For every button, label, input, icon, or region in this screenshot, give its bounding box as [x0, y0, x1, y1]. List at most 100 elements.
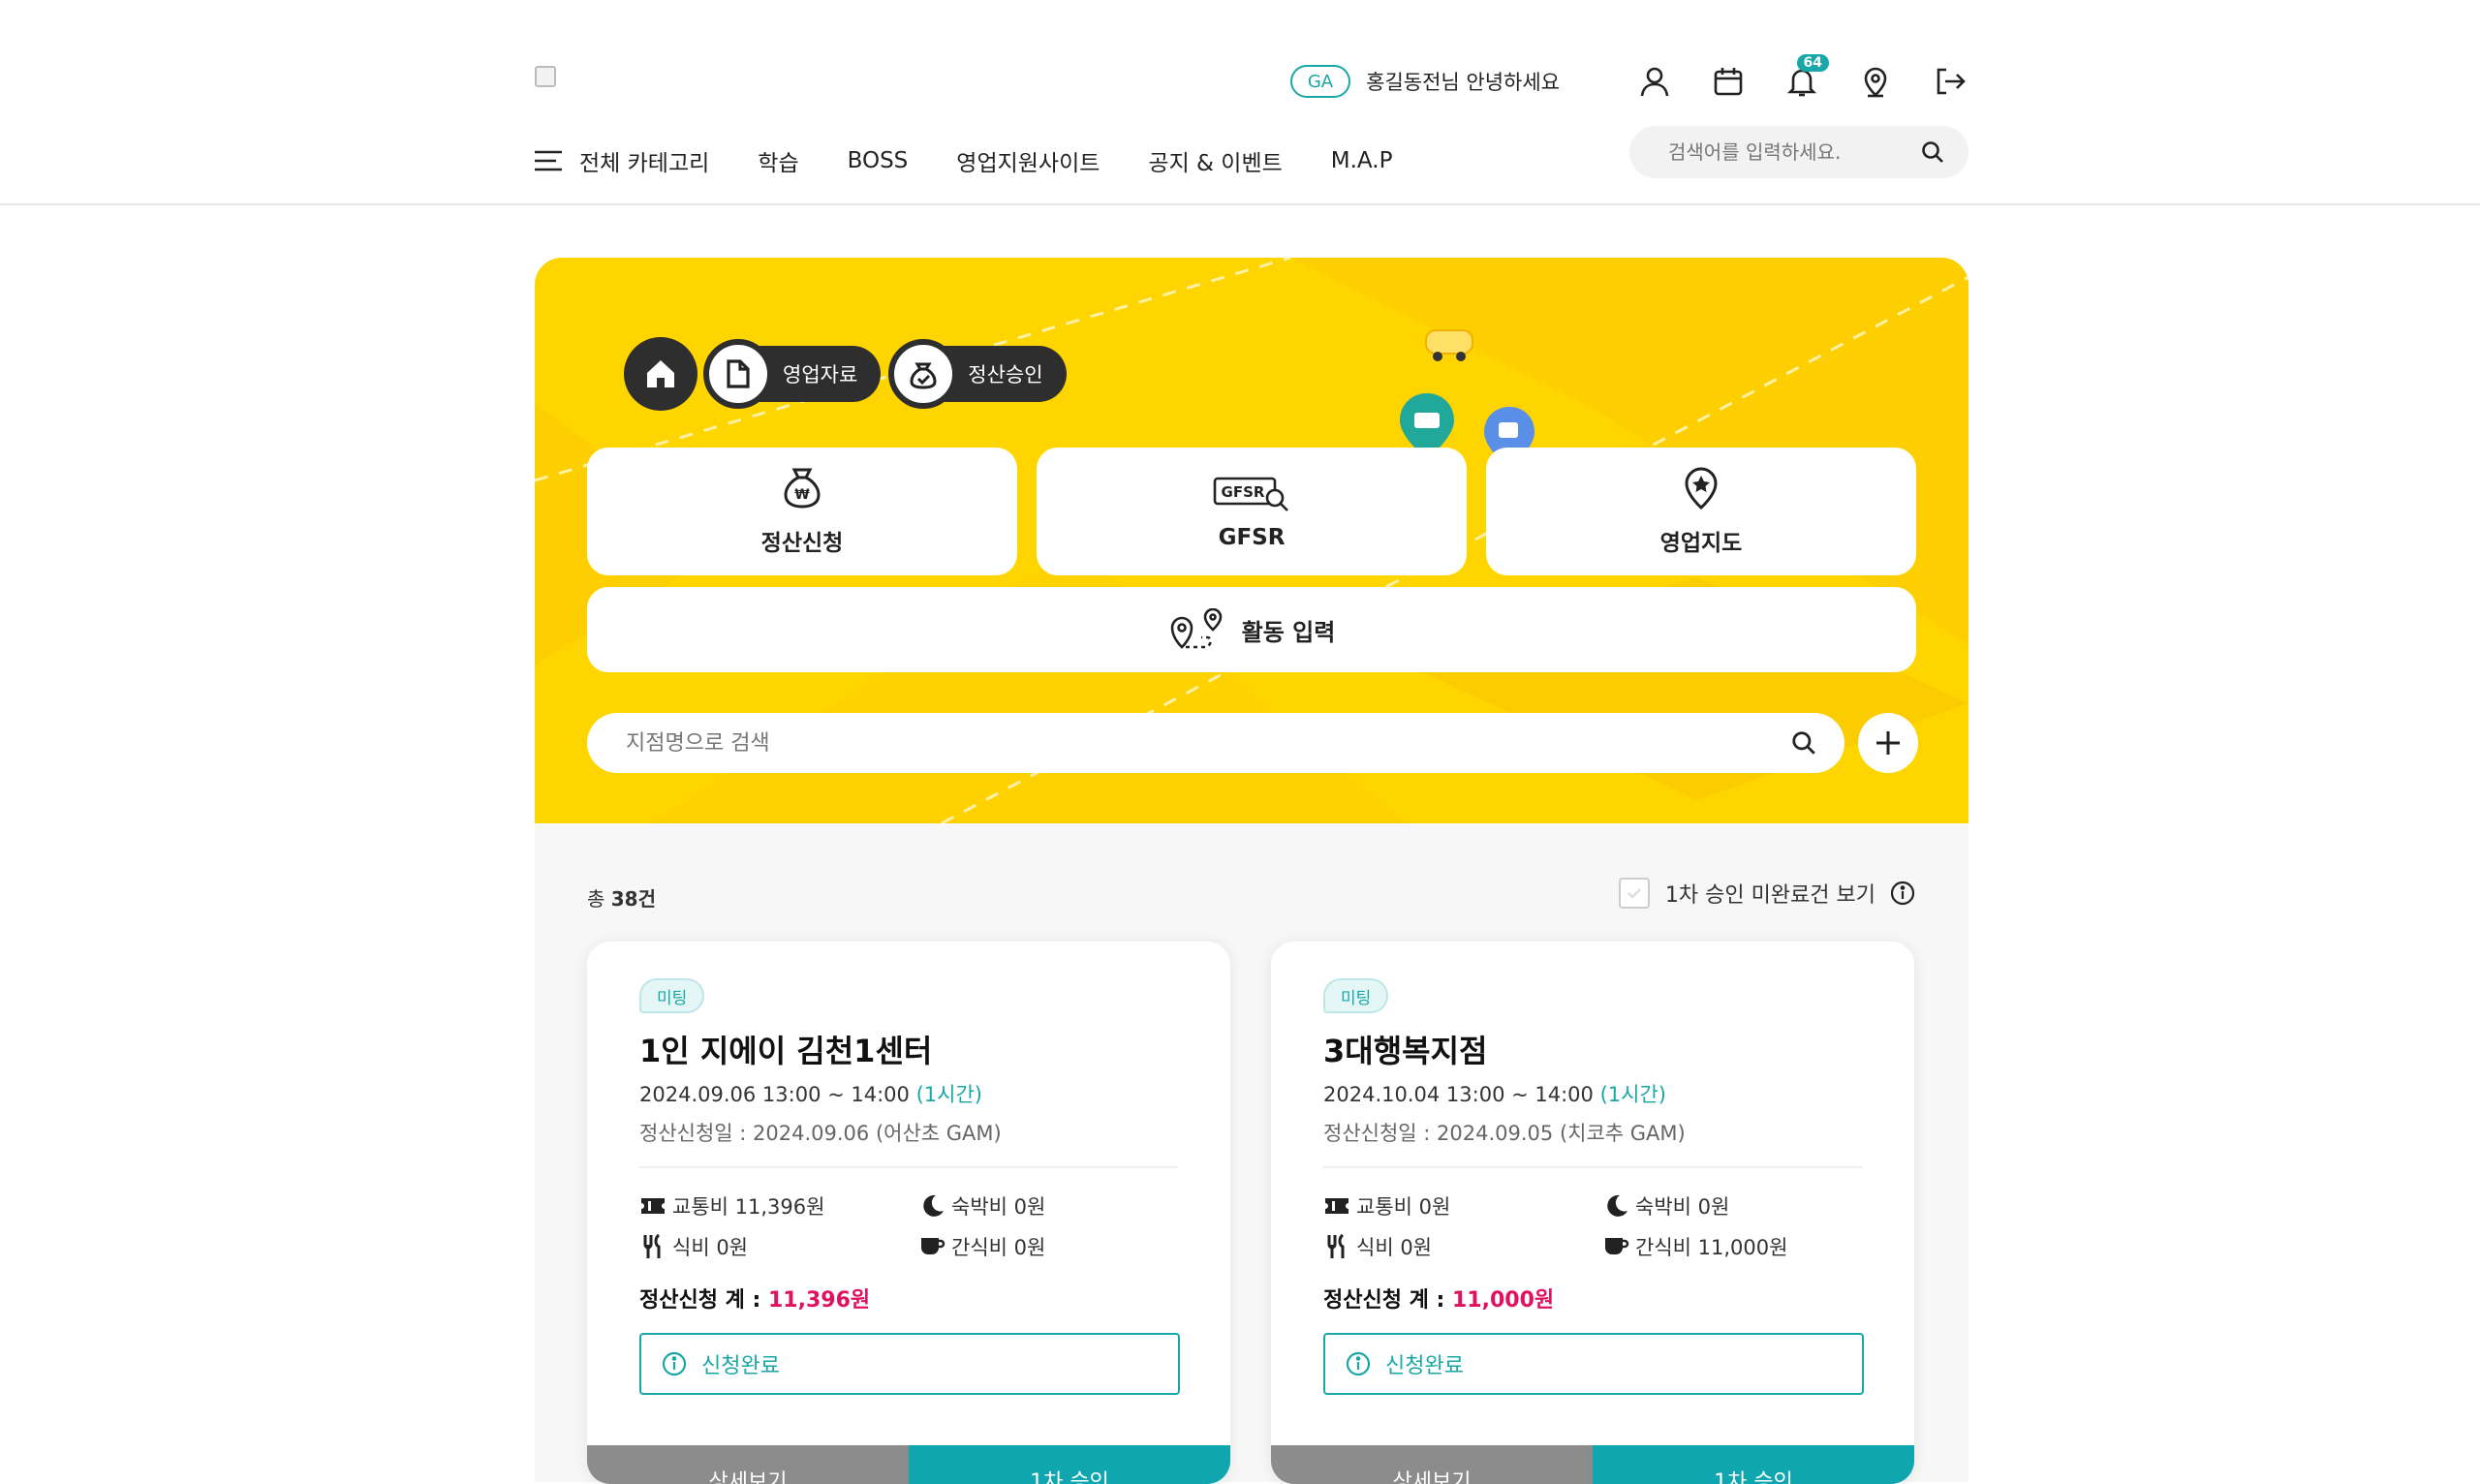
cup-icon	[921, 1238, 946, 1254]
cost-text: 교통비 11,396원	[672, 1195, 825, 1219]
sum-amount: 11,000원	[1451, 1288, 1555, 1313]
detail-button[interactable]: 상세보기	[587, 1445, 909, 1484]
info-icon	[1346, 1351, 1371, 1376]
branch-search	[587, 713, 1844, 773]
info-icon	[662, 1351, 687, 1376]
breadcrumb-label: 영업자료	[783, 363, 858, 386]
pending-filter[interactable]: 1차 승인 미완료건 보기	[1618, 878, 1916, 909]
search-icon[interactable]	[1920, 139, 1945, 165]
quick-settlement-request[interactable]: ₩ 정산신청	[587, 448, 1017, 575]
search-icon[interactable]	[1790, 729, 1817, 757]
datetime-text: 2024.09.06 13:00 ~ 14:00	[639, 1083, 910, 1106]
nav-sales-support[interactable]: 영업지원사이트	[956, 144, 1100, 177]
nav-learning[interactable]: 학습	[758, 144, 798, 177]
breadcrumb-home[interactable]	[624, 337, 698, 411]
quick-label: GFSR	[1218, 525, 1286, 550]
detail-button[interactable]: 상세보기	[1271, 1445, 1593, 1484]
gfsr-search-icon: GFSR	[1213, 477, 1288, 511]
sum-amount: 11,396원	[767, 1288, 871, 1313]
total-count: 총 38건	[587, 883, 656, 912]
ticket-icon	[641, 1198, 665, 1214]
info-icon[interactable]	[1889, 880, 1916, 907]
first-approve-button[interactable]: 1차 승인	[909, 1445, 1230, 1484]
cost-text: 간식비 11,000원	[1635, 1236, 1788, 1259]
moon-icon	[1607, 1194, 1628, 1217]
logout-icon[interactable]	[1930, 62, 1968, 101]
add-button[interactable]	[1858, 713, 1918, 773]
money-bag-icon: ₩	[784, 468, 821, 509]
cost-text: 식비 0원	[672, 1236, 748, 1259]
quick-label: 정산신청	[760, 531, 844, 556]
nav-boss[interactable]: BOSS	[848, 148, 909, 173]
route-pin-icon	[1170, 608, 1222, 649]
lodging-cost: 숙박비 0원	[1602, 1191, 1866, 1221]
nav-map[interactable]: M.A.P	[1331, 148, 1393, 173]
calendar-icon[interactable]	[1709, 62, 1748, 101]
cost-grid: 교통비 0원 숙박비 0원 식비 0원 간식비 11,000원	[1323, 1191, 1866, 1261]
card-actions: 상세보기 1차 승인	[1271, 1445, 1914, 1484]
map-pin-star-icon	[1685, 467, 1718, 510]
main-nav: 전체 카테고리 학습 BOSS 영업지원사이트 공지 & 이벤트 M.A.P	[535, 141, 1441, 180]
first-approve-button[interactable]: 1차 승인	[1593, 1445, 1914, 1484]
breadcrumb-label: 정산승인	[968, 363, 1043, 386]
card-title: 3대행복지점	[1323, 1033, 1488, 1069]
transport-cost: 교통비 11,396원	[639, 1191, 918, 1221]
cost-text: 식비 0원	[1356, 1236, 1432, 1259]
lodging-cost: 숙박비 0원	[918, 1191, 1182, 1221]
moon-icon	[923, 1194, 944, 1217]
snack-cost: 간식비 11,000원	[1602, 1232, 1866, 1261]
utensils-icon	[1327, 1233, 1345, 1258]
activity-input-button[interactable]: 활동 입력	[587, 587, 1916, 672]
divider	[1323, 1166, 1862, 1168]
pending-filter-checkbox[interactable]	[1618, 878, 1650, 909]
home-icon	[647, 360, 674, 387]
request-date: 정산신청일 : 2024.09.05 (치코추 GAM)	[1323, 1122, 1686, 1145]
header-search-input[interactable]	[1668, 140, 1920, 164]
branch-search-input[interactable]	[626, 730, 1790, 756]
transport-cost: 교통비 0원	[1323, 1191, 1602, 1221]
category-tag: 미팅	[639, 978, 705, 1013]
location-icon[interactable]	[1856, 62, 1895, 101]
site-header: GA 홍길동전님 안녕하세요 64 전체 카테고리 학습 BOSS 영업지원사이…	[0, 0, 2480, 205]
sum-label: 정산신청 계 :	[639, 1288, 768, 1313]
cost-text: 숙박비 0원	[951, 1195, 1046, 1219]
breadcrumb-settlement-approval[interactable]: 정산승인	[888, 339, 1067, 409]
breadcrumb: 영업자료 정산승인	[624, 337, 1076, 411]
card-actions: 상세보기 1차 승인	[587, 1445, 1230, 1484]
gfsr-icon-text: GFSR	[1222, 483, 1265, 501]
cost-text: 숙박비 0원	[1635, 1195, 1730, 1219]
logo-image[interactable]	[535, 66, 556, 87]
snack-cost: 간식비 0원	[918, 1232, 1182, 1261]
cost-text: 교통비 0원	[1356, 1195, 1451, 1219]
total-prefix: 총	[587, 887, 605, 911]
cost-text: 간식비 0원	[951, 1236, 1046, 1259]
meal-cost: 식비 0원	[639, 1232, 918, 1261]
quick-label: 영업지도	[1659, 531, 1743, 556]
quick-gfsr[interactable]: GFSR GFSR	[1037, 448, 1467, 575]
duration-text: (1시간)	[1599, 1083, 1666, 1106]
settlement-card: 미팅 3대행복지점 2024.10.04 13:00 ~ 14:00 (1시간)…	[1271, 942, 1914, 1484]
request-date: 정산신청일 : 2024.09.06 (어산초 GAM)	[639, 1122, 1002, 1145]
card-title: 1인 지에이 김천1센터	[639, 1033, 933, 1069]
cost-grid: 교통비 11,396원 숙박비 0원 식비 0원 간식비 0원	[639, 1191, 1182, 1261]
quick-sales-map[interactable]: 영업지도	[1486, 448, 1916, 575]
nav-notice-event[interactable]: 공지 & 이벤트	[1148, 144, 1282, 177]
status-text: 신청완료	[1385, 1354, 1464, 1378]
nav-all-categories[interactable]: 전체 카테고리	[579, 144, 709, 177]
hero-panel: 영업자료 정산승인 ₩ 정산신청 GFSR GFSR 영업지도 활동 입력	[535, 258, 1968, 823]
status-text: 신청완료	[701, 1354, 780, 1378]
pending-filter-label: 1차 승인 미완료건 보기	[1664, 883, 1876, 908]
divider	[639, 1166, 1178, 1168]
bell-icon[interactable]: 64	[1782, 54, 1829, 101]
settlement-card: 미팅 1인 지에이 김천1센터 2024.09.06 13:00 ~ 14:00…	[587, 942, 1230, 1484]
menu-icon[interactable]	[535, 149, 562, 172]
utensils-icon	[643, 1233, 661, 1258]
settlement-total: 정산신청 계 : 11,396원	[639, 1283, 870, 1314]
plus-icon	[1876, 731, 1900, 755]
user-icon[interactable]	[1635, 62, 1674, 101]
datetime-text: 2024.10.04 13:00 ~ 14:00	[1323, 1083, 1594, 1106]
breadcrumb-sales-materials[interactable]: 영업자료	[703, 339, 882, 409]
card-datetime: 2024.09.06 13:00 ~ 14:00 (1시간)	[639, 1079, 982, 1108]
duration-text: (1시간)	[915, 1083, 982, 1106]
settlement-list: 총 38건 1차 승인 미완료건 보기 미팅 1인 지에이 김천1센터 2024…	[535, 823, 1968, 1484]
